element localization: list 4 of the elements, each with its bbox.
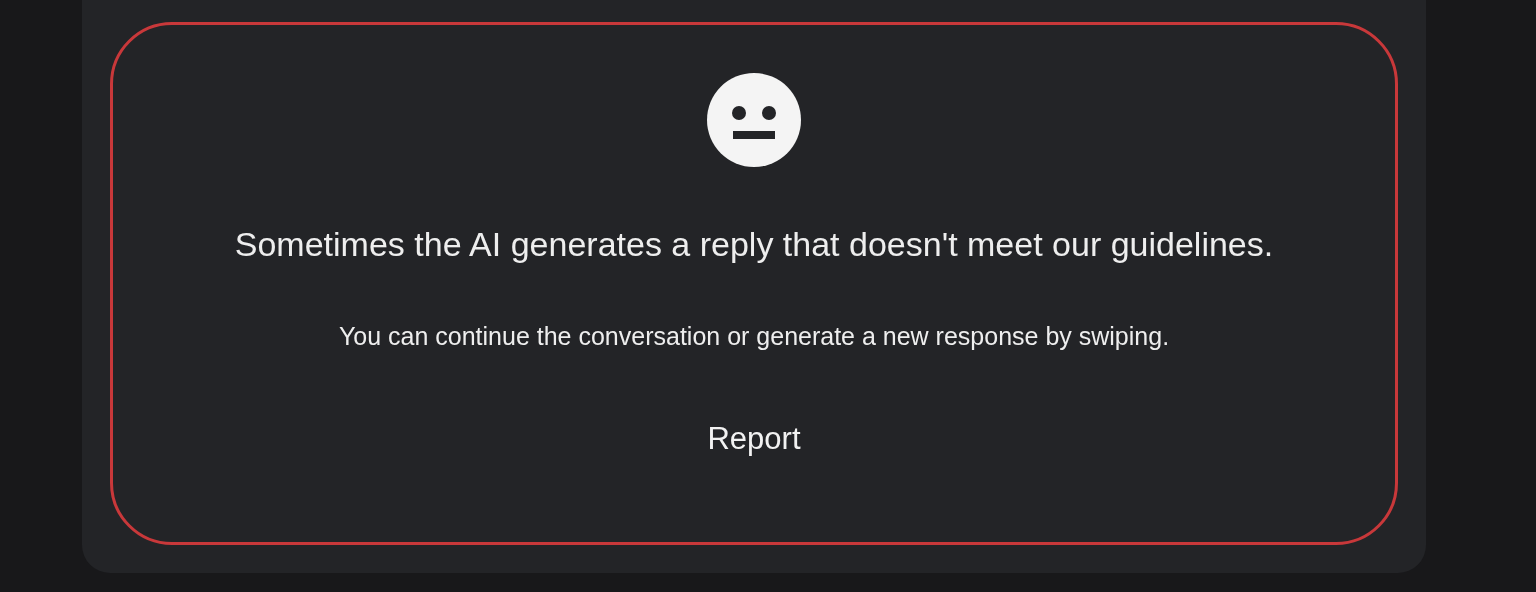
notice-title: Sometimes the AI generates a reply that doesn't meet our guidelines. [234, 225, 1274, 264]
neutral-face-icon [707, 73, 801, 167]
report-button[interactable]: Report [697, 417, 811, 461]
notice-subtitle: You can continue the conversation or generate a new response by swiping. [338, 322, 1170, 351]
